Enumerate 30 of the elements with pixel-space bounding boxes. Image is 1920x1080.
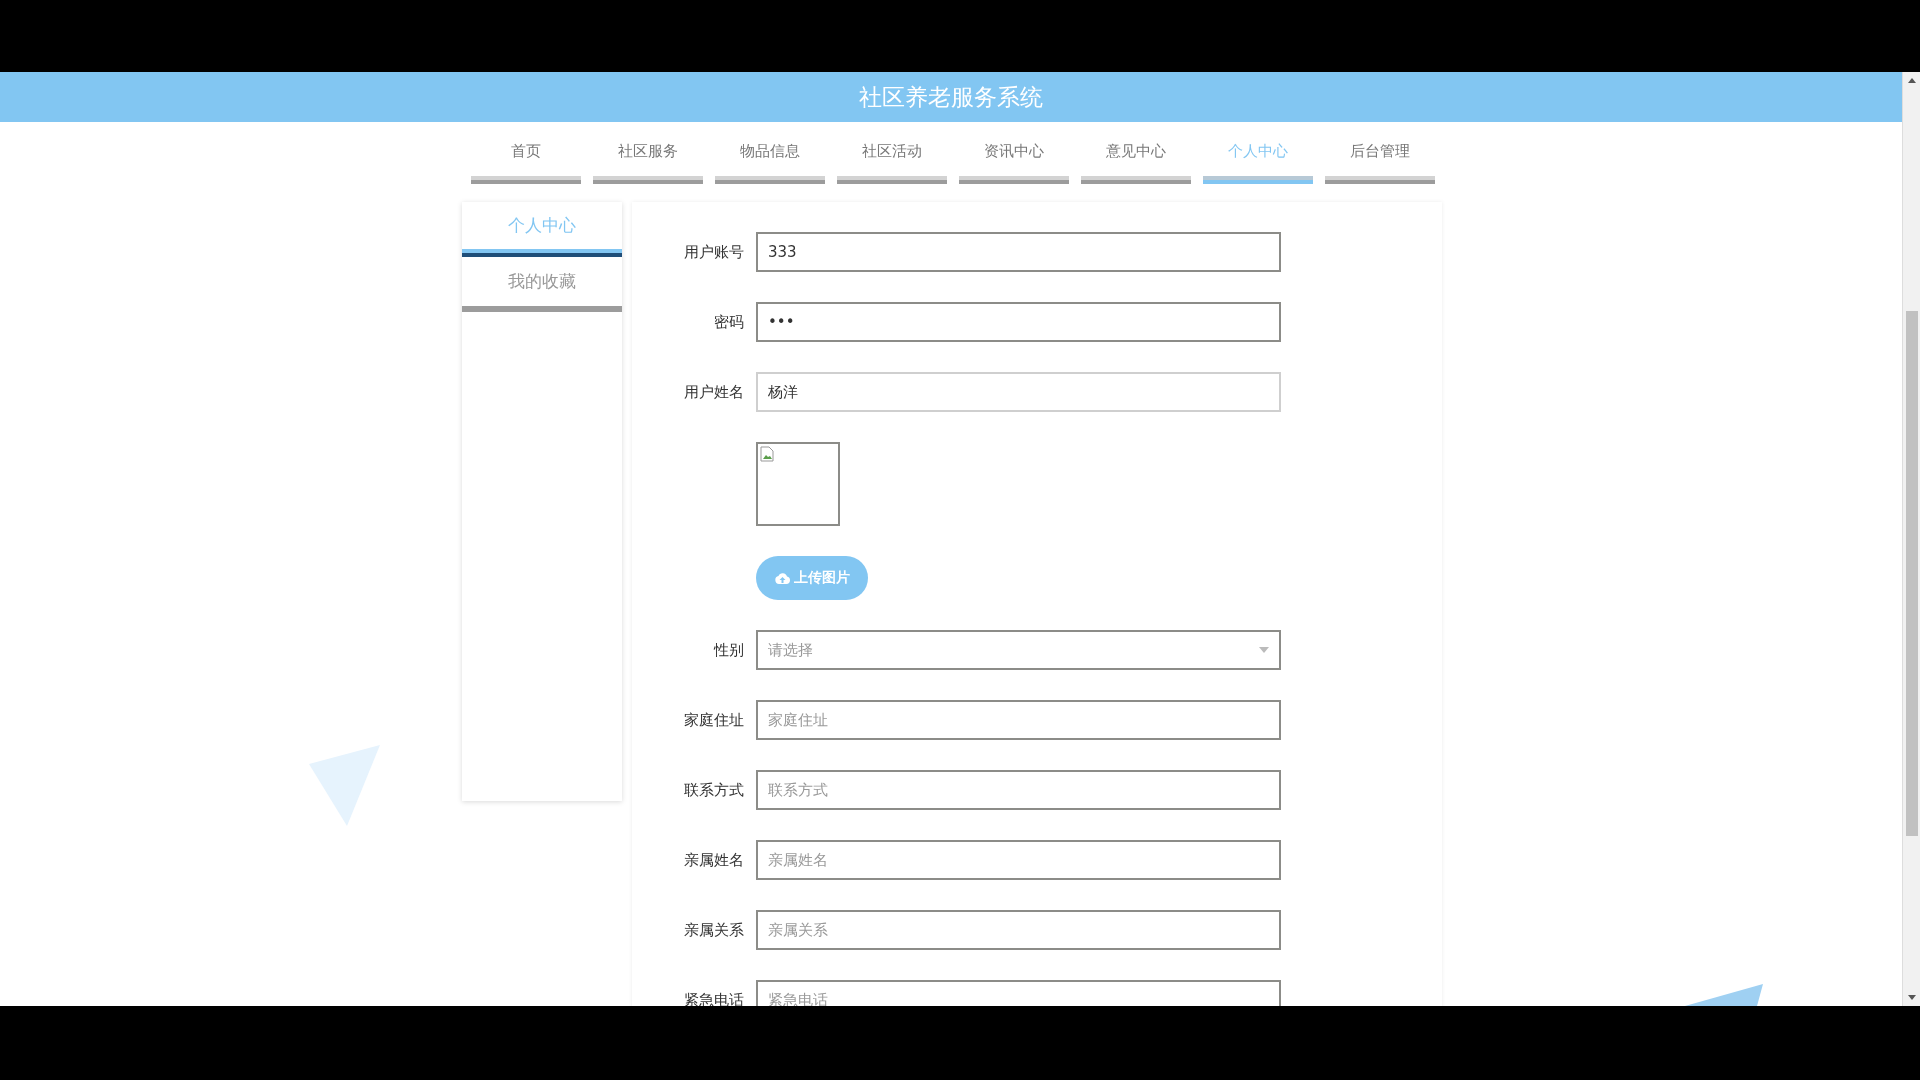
input-field[interactable]: 杨洋 [756,372,1281,412]
field-label: 性别 [712,640,745,660]
input-field[interactable]: ••• [756,302,1281,342]
field-label: 用户姓名 [683,382,745,402]
field-label: 亲属关系 [683,920,745,940]
cloud-upload-icon [774,572,790,584]
sidebar-item[interactable]: 我的收藏 [462,257,622,312]
nav-tab[interactable]: 社区服务 [593,142,703,184]
nav-tab[interactable]: 首页 [471,142,581,184]
nav-tab[interactable]: 资讯中心 [959,142,1069,184]
app-title: 社区养老服务系统 [859,82,1043,112]
scrollbar[interactable] [1902,72,1920,1006]
caret-icon [1259,647,1269,653]
nav-tab[interactable]: 社区活动 [837,142,947,184]
field-label: 紧急电话 [683,990,745,1006]
input-field[interactable]: 家庭住址 [756,700,1281,740]
nav-tab[interactable]: 意见中心 [1081,142,1191,184]
broken-image-icon [760,446,774,462]
field-label: 用户账号 [683,242,745,262]
field-label: 密码 [713,312,745,332]
input-field[interactable]: 亲属姓名 [756,840,1281,880]
input-field[interactable]: 联系方式 [756,770,1281,810]
field-label: 家庭住址 [683,710,745,730]
select-field[interactable]: 请选择 [756,630,1281,670]
field-label: 亲属姓名 [683,850,745,870]
input-field[interactable]: 亲属关系 [756,910,1281,950]
field-label: 联系方式 [683,780,745,800]
nav-tab[interactable]: 物品信息 [715,142,825,184]
nav-tab[interactable]: 后台管理 [1325,142,1435,184]
input-field[interactable]: 333 [756,232,1281,272]
